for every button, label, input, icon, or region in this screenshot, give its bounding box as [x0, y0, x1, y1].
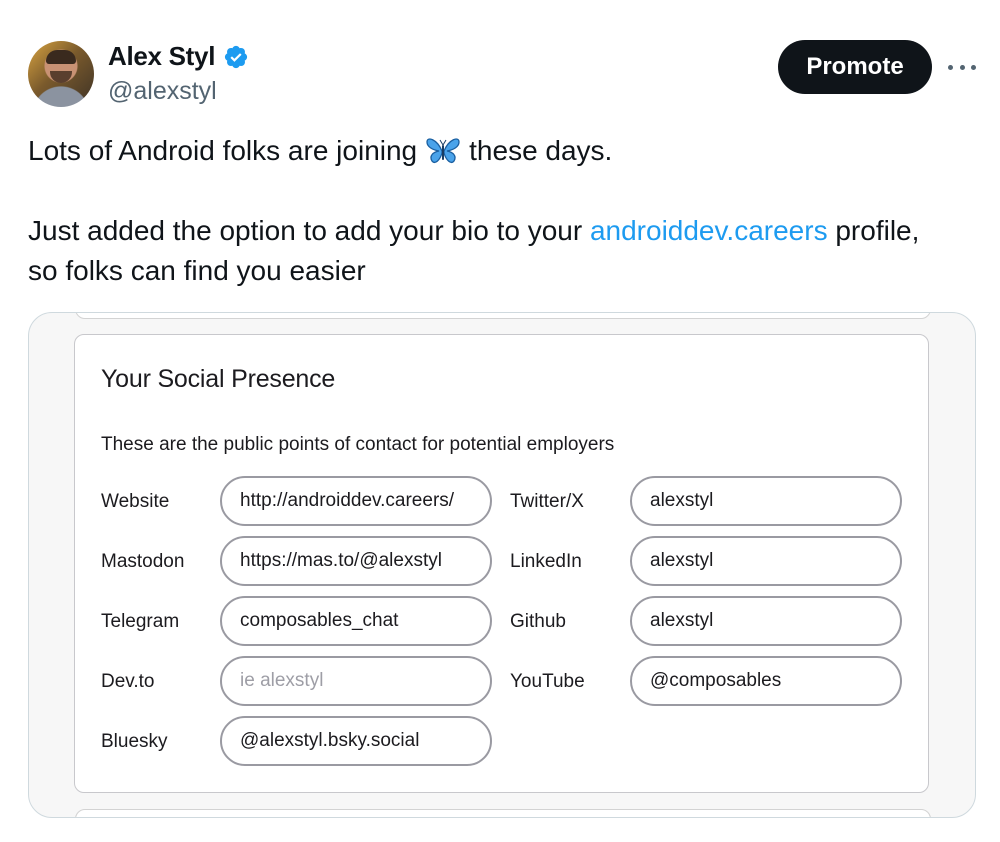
- author-name[interactable]: Alex Styl: [108, 41, 249, 72]
- tweet-text-part: these days.: [469, 135, 613, 166]
- youtube-input[interactable]: [630, 656, 902, 706]
- next-card-edge: [75, 809, 931, 817]
- more-dot: [948, 64, 953, 70]
- tweet-text-line-2: Just added the option to add your bio to…: [28, 211, 988, 291]
- avatar-beard: [50, 71, 72, 83]
- social-presence-card: Your Social Presence These are the publi…: [74, 334, 929, 793]
- butterfly-icon: [426, 138, 460, 164]
- devto-label: Dev.to: [101, 671, 155, 692]
- website-label: Website: [101, 491, 170, 512]
- card-title: Your Social Presence: [101, 365, 336, 393]
- tweet-media[interactable]: Your Social Presence These are the publi…: [28, 312, 976, 818]
- bluesky-label: Bluesky: [101, 731, 168, 752]
- avatar[interactable]: [28, 41, 94, 107]
- verified-badge-icon: [225, 45, 248, 68]
- twitter-input[interactable]: [630, 476, 902, 526]
- avatar-hair: [46, 50, 76, 64]
- card-subtitle: These are the public points of contact f…: [101, 434, 615, 455]
- telegram-label: Telegram: [101, 611, 180, 632]
- tweet-text-line-1: Lots of Android folks are joining these …: [28, 131, 988, 171]
- more-dot: [959, 64, 965, 70]
- androiddev-careers-link[interactable]: androiddev.careers: [590, 215, 828, 246]
- previous-card-edge: [75, 313, 931, 319]
- github-input[interactable]: [630, 596, 902, 646]
- website-input[interactable]: [220, 476, 492, 526]
- telegram-input[interactable]: [220, 596, 492, 646]
- linkedin-input[interactable]: [630, 536, 902, 586]
- more-dot: [971, 64, 976, 70]
- tweet-text-part: Just added the option to add your bio to…: [28, 215, 590, 246]
- github-label: Github: [510, 611, 566, 632]
- youtube-label: YouTube: [510, 671, 585, 692]
- mastodon-input[interactable]: [220, 536, 492, 586]
- mastodon-label: Mastodon: [101, 551, 185, 572]
- devto-input[interactable]: [220, 656, 492, 706]
- tweet-text-part: so folks can find you easier: [28, 255, 366, 286]
- promote-button[interactable]: Promote: [778, 40, 932, 94]
- author-name-text[interactable]: Alex Styl: [108, 41, 215, 72]
- author-handle[interactable]: @alexstyl: [108, 77, 217, 106]
- tweet-text-part: profile,: [827, 215, 920, 246]
- more-horizontal-icon[interactable]: [948, 57, 976, 77]
- linkedin-label: LinkedIn: [510, 551, 582, 572]
- bluesky-input[interactable]: [220, 716, 492, 766]
- twitter-label: Twitter/X: [510, 491, 584, 512]
- tweet-text-part: Lots of Android folks are joining: [28, 135, 418, 166]
